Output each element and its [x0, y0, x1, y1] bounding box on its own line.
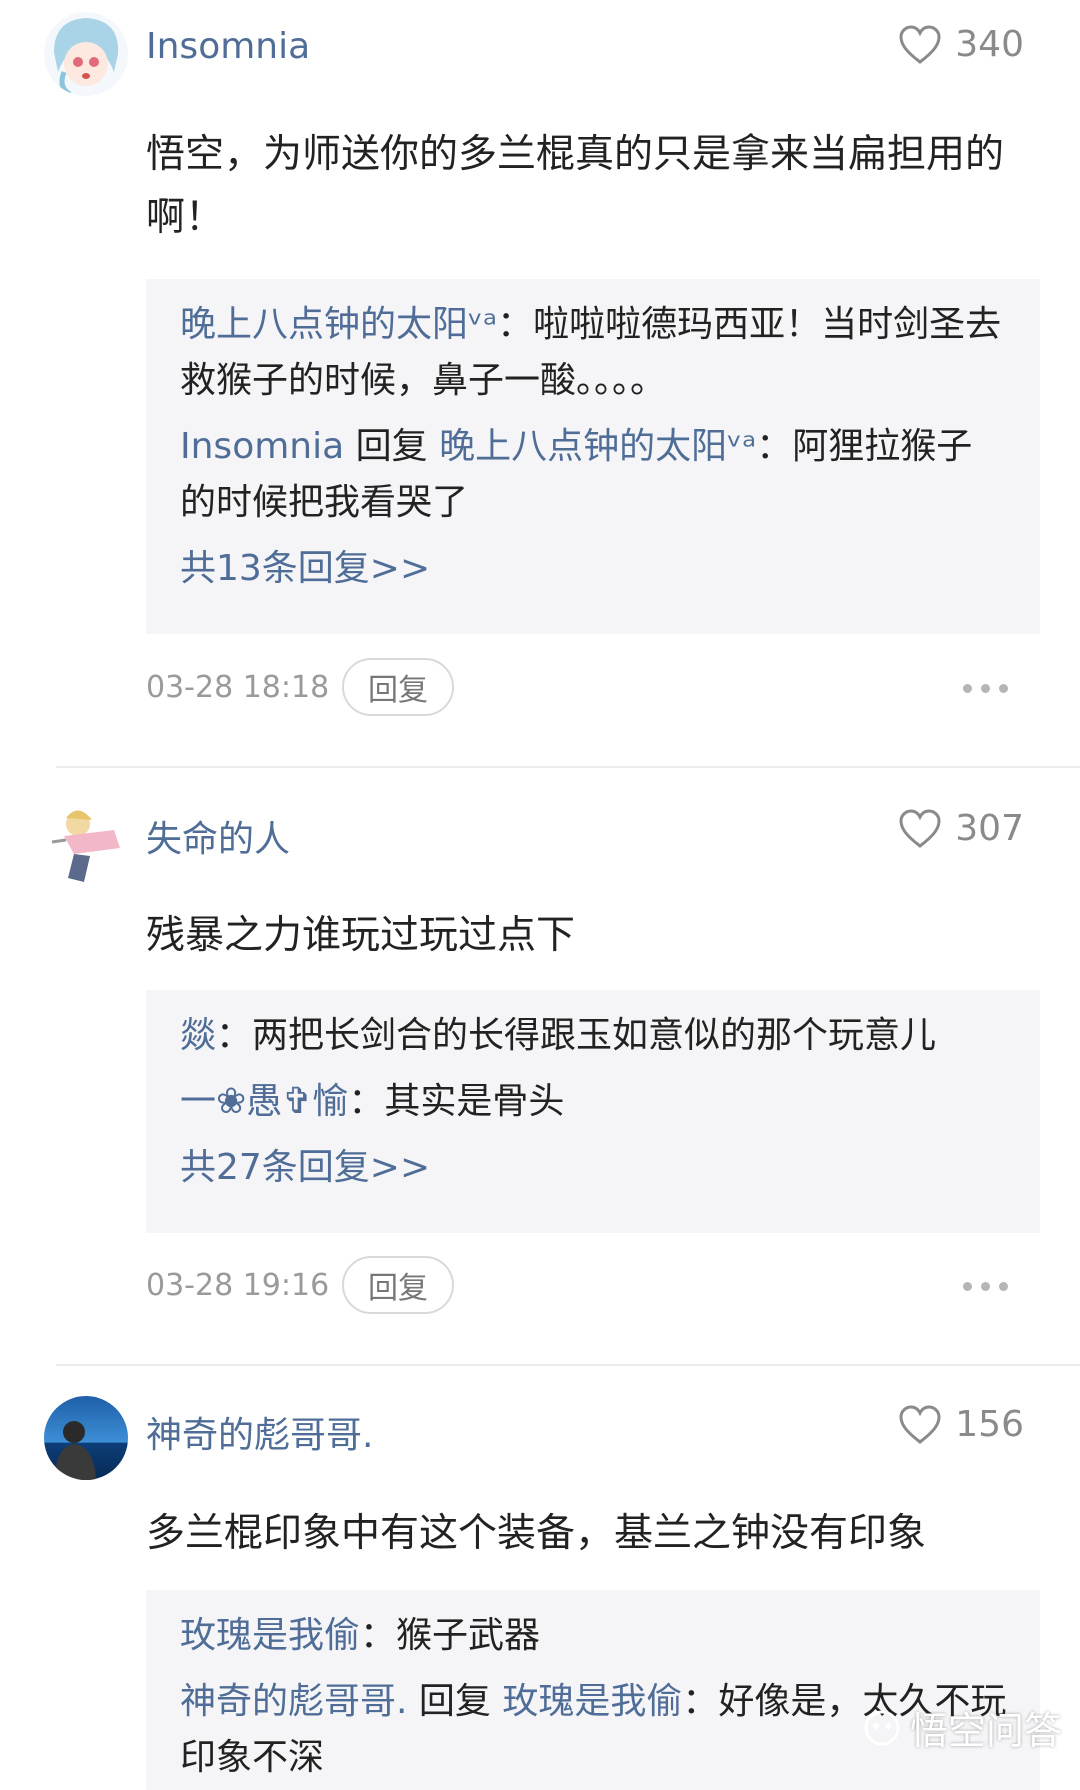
like-button[interactable]: 340 [899, 24, 1024, 65]
reply-author[interactable]: 神奇的彪哥哥. [180, 1681, 407, 1722]
reply-preview-box[interactable]: 燚：两把长剑合的长得跟玉如意似的那个玩意儿 一❀愚✞愉：其实是骨头 共27条回复… [146, 990, 1040, 1233]
wukong-logo-icon [864, 1710, 900, 1745]
comment-meta: 03-28 18:18 回复 [146, 658, 454, 716]
reply-item: Insomnia 回复 晚上八点钟的太阳ᵛᵃ：阿狸拉猴子的时候把我看哭了 [180, 419, 1008, 531]
comment-item: Insomnia 340 悟空，为师送你的多兰棍真的只是拿来当扁担用的啊！ 晚上… [0, 0, 1080, 770]
watermark-text: 悟空问答 [909, 1709, 1062, 1753]
heart-outline-icon [899, 808, 941, 848]
comment-text: 多兰棍印象中有这个装备，基兰之钟没有印象 [146, 1511, 927, 1556]
separator: ： [216, 1015, 253, 1056]
timestamp: 03-28 19:16 [146, 1267, 330, 1303]
comment-item: 失命的人 307 残暴之力谁玩过玩过点下 燚：两把长剑合的长得跟玉如意似的那个玩… [0, 780, 1080, 1360]
reply-item: 一❀愚✞愉：其实是骨头 [180, 1074, 1008, 1130]
comment-text: 残暴之力谁玩过玩过点下 [146, 913, 576, 958]
reply-target[interactable]: 玫瑰是我偷 [502, 1681, 682, 1722]
watermark: 悟空问答 [862, 1700, 1062, 1755]
username[interactable]: 失命的人 [146, 810, 290, 862]
reply-item: 晚上八点钟的太阳ᵛᵃ：啦啦啦德玛西亚！当时剑圣去救猴子的时候，鼻子一酸。。。。 [180, 297, 1008, 409]
reply-text: 猴子武器 [396, 1615, 541, 1656]
reply-text: 两把长剑合的长得跟玉如意似的那个玩意儿 [252, 1015, 937, 1056]
avatar[interactable] [44, 802, 128, 886]
reply-button[interactable]: 回复 [342, 1256, 454, 1314]
reply-item: 玫瑰是我偷：猴子武器 [180, 1608, 1008, 1664]
heart-outline-icon [899, 24, 941, 64]
more-dots-icon[interactable] [963, 1282, 1008, 1291]
reply-item: 燚：两把长剑合的长得跟玉如意似的那个玩意儿 [180, 1008, 1008, 1064]
like-count: 156 [955, 1404, 1024, 1445]
username[interactable]: 神奇的彪哥哥. [146, 1406, 373, 1458]
reply-preview-box[interactable]: 晚上八点钟的太阳ᵛᵃ：啦啦啦德玛西亚！当时剑圣去救猴子的时候，鼻子一酸。。。。 … [146, 279, 1040, 634]
like-button[interactable]: 307 [899, 808, 1024, 849]
reply-preview-box[interactable]: 玫瑰是我偷：猴子武器 神奇的彪哥哥. 回复 玫瑰是我偷：好像是，太久不玩印象不深 [146, 1590, 1040, 1790]
reply-word: 回复 [355, 426, 428, 467]
more-dots-icon[interactable] [963, 684, 1008, 693]
reply-author[interactable]: 玫瑰是我偷 [180, 1615, 360, 1656]
reply-author[interactable]: 晚上八点钟的太阳ᵛᵃ [180, 304, 497, 345]
username[interactable]: Insomnia [146, 26, 310, 67]
reply-target[interactable]: 晚上八点钟的太阳ᵛᵃ [439, 426, 756, 467]
comment-text: 悟空，为师送你的多兰棍真的只是拿来当扁担用的啊！ [146, 132, 1005, 240]
reply-word: 回复 [418, 1681, 491, 1722]
reply-author[interactable]: Insomnia [180, 426, 344, 467]
reply-button[interactable]: 回复 [342, 658, 454, 716]
reply-author[interactable]: 燚 [180, 1015, 216, 1056]
separator: ： [682, 1681, 719, 1722]
like-button[interactable]: 156 [899, 1404, 1024, 1445]
comment-meta: 03-28 19:16 回复 [146, 1256, 454, 1314]
separator: ： [756, 426, 793, 467]
separator: ： [348, 1081, 385, 1122]
view-all-replies-link[interactable]: 共27条回复>> [180, 1140, 1008, 1196]
reply-author[interactable]: 一❀愚✞愉 [180, 1081, 348, 1122]
heart-outline-icon [899, 1404, 941, 1444]
reply-text: 其实是骨头 [384, 1081, 565, 1122]
like-count: 340 [955, 24, 1024, 65]
timestamp: 03-28 18:18 [146, 669, 330, 705]
divider [56, 1364, 1080, 1366]
view-all-replies-link[interactable]: 共13条回复>> [180, 541, 1008, 597]
divider [56, 766, 1080, 768]
separator: ： [360, 1615, 397, 1656]
avatar[interactable] [44, 12, 128, 96]
like-count: 307 [955, 808, 1024, 849]
separator: ： [497, 304, 534, 345]
avatar[interactable] [44, 1396, 128, 1480]
